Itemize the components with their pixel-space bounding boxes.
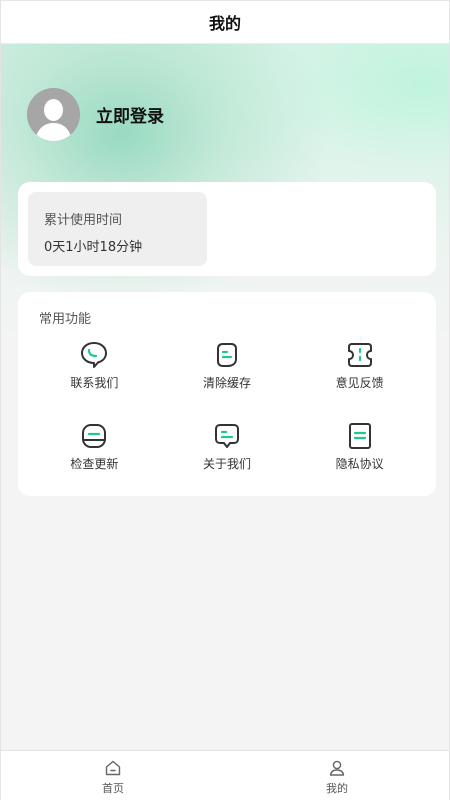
update-box-icon xyxy=(82,424,107,448)
contact-us-button[interactable]: 联系我们 xyxy=(28,340,161,421)
check-update-button[interactable]: 检查更新 xyxy=(28,421,161,502)
top-nav-bar: 我的 xyxy=(1,0,449,44)
usage-time-label: 累计使用时间 xyxy=(44,213,123,228)
clear-cache-button[interactable]: 清除缓存 xyxy=(161,340,294,421)
function-label: 联系我们 xyxy=(70,376,119,390)
tab-mine[interactable]: 我的 xyxy=(225,751,449,800)
bottom-tab-bar: 首页 我的 xyxy=(1,750,449,800)
function-label: 检查更新 xyxy=(70,457,119,471)
feedback-button[interactable]: 意见反馈 xyxy=(293,340,426,421)
function-label: 清除缓存 xyxy=(202,376,251,390)
about-us-button[interactable]: 关于我们 xyxy=(161,421,294,502)
function-label: 意见反馈 xyxy=(335,376,384,390)
function-grid: 联系我们 清除缓存 意见反馈 检查更新 关于我们 隐私协议 xyxy=(28,340,426,502)
broom-doc-icon xyxy=(216,343,237,367)
page-title: 我的 xyxy=(208,14,241,33)
tab-label: 我的 xyxy=(326,782,348,795)
privacy-policy-button[interactable]: 隐私协议 xyxy=(293,421,426,502)
usage-time-value: 0天1小时18分钟 xyxy=(44,240,143,255)
function-label: 关于我们 xyxy=(202,457,251,471)
info-bubble-icon xyxy=(214,424,239,448)
common-functions-card: 常用功能 联系我们 清除缓存 意见反馈 检查更新 关于我们 隐私协议 xyxy=(18,292,436,496)
default-avatar-icon[interactable] xyxy=(27,87,80,141)
app-screen: 我的 立即登录 累计使用时间 0天1小时18分钟 常用功能 联系我们 清除缓存 … xyxy=(0,0,450,800)
tab-label: 首页 xyxy=(102,782,124,795)
user-icon xyxy=(329,760,345,776)
login-link[interactable]: 立即登录 xyxy=(96,102,164,127)
usage-time-card: 累计使用时间 0天1小时18分钟 xyxy=(18,182,436,276)
profile-login-row[interactable]: 立即登录 xyxy=(27,87,164,141)
home-icon xyxy=(105,760,121,776)
function-label: 隐私协议 xyxy=(335,457,384,471)
common-functions-title: 常用功能 xyxy=(39,312,92,327)
usage-time-box: 累计使用时间 0天1小时18分钟 xyxy=(28,192,207,266)
document-icon xyxy=(348,423,371,449)
tab-home[interactable]: 首页 xyxy=(1,751,225,800)
ticket-icon xyxy=(347,343,372,367)
chat-bubble-icon xyxy=(81,342,108,368)
